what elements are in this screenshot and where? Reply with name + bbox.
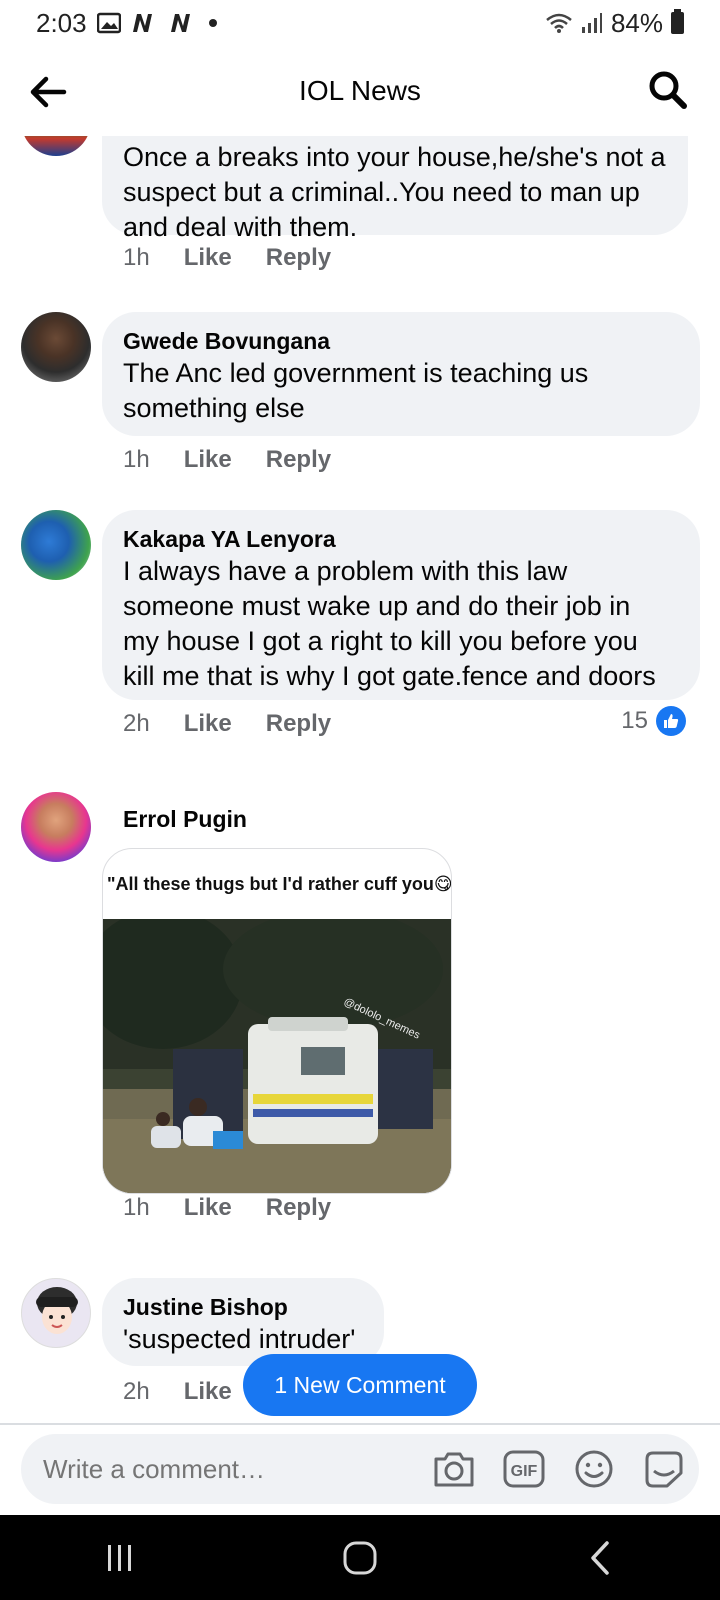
news-notification-icon [131, 12, 159, 34]
comment-author[interactable]: Gwede Bovungana [123, 326, 678, 356]
avatar[interactable] [21, 136, 91, 156]
back-icon[interactable] [570, 1528, 630, 1588]
more-notifications-dot-icon [207, 17, 219, 29]
meme-image[interactable]: "All these thugs but I'd rather cuff you… [102, 848, 452, 1194]
comment-time: 2h [123, 710, 150, 737]
comment-actions: 1h Like Reply [123, 1194, 331, 1222]
comment-text: I always have a problem with this law so… [123, 556, 656, 691]
battery-percent: 84% [610, 7, 663, 38]
avatar[interactable] [21, 1278, 91, 1348]
meme-caption: "All these thugs but I'd rather cuff you… [107, 873, 452, 894]
comment-bubble[interactable]: Once a breaks into your house,he/she's n… [102, 136, 688, 242]
like-button[interactable]: Like [184, 1194, 232, 1222]
reaction-count: 15 [621, 707, 648, 734]
status-bar: 2:03 84% [0, 0, 720, 46]
wifi-icon [545, 12, 573, 34]
reply-button[interactable]: Reply [266, 446, 331, 474]
system-nav-bar [0, 1515, 720, 1600]
news-notification-icon [169, 12, 197, 34]
comment-actions: 1h Like Reply [123, 446, 331, 474]
reply-button[interactable]: Reply [266, 244, 331, 272]
comment-time: 1h [123, 1194, 150, 1221]
divider [0, 1423, 720, 1425]
gif-icon[interactable]: GIF [501, 1448, 547, 1490]
avatar[interactable] [21, 510, 91, 580]
new-comment-button[interactable]: 1 New Comment [243, 1354, 477, 1416]
avatar[interactable] [21, 312, 91, 382]
comment-actions: 2h Like Reply [123, 710, 331, 738]
comment-text: The Anc led government is teaching us so… [123, 358, 589, 423]
avatar[interactable] [21, 792, 91, 862]
comment-author[interactable]: Kakapa YA Lenyora [123, 524, 678, 554]
comment-actions: 2h Like [123, 1378, 232, 1406]
search-icon[interactable] [646, 68, 690, 112]
comment-text: Once a breaks into your house,he/she's n… [123, 142, 666, 242]
app-header: IOL News [0, 46, 720, 136]
battery-icon [671, 9, 684, 34]
reply-button[interactable]: Reply [266, 1194, 331, 1222]
emoji-icon[interactable] [571, 1448, 617, 1490]
comment-composer: GIF [21, 1434, 699, 1504]
comment-actions: 1h Like Reply [123, 244, 331, 272]
signal-icon [581, 12, 603, 34]
comment-author[interactable]: Errol Pugin [123, 804, 247, 834]
reaction-summary[interactable]: 15 [621, 706, 686, 736]
comment-bubble[interactable]: Kakapa YA Lenyora I always have a proble… [102, 510, 700, 700]
reply-button[interactable]: Reply [266, 710, 331, 738]
sticker-icon[interactable] [641, 1448, 687, 1490]
like-button[interactable]: Like [184, 244, 232, 272]
back-arrow-icon[interactable] [26, 70, 70, 114]
comment-author[interactable]: Justine Bishop [123, 1292, 362, 1322]
thumbs-up-icon [656, 706, 686, 736]
comment-list: Once a breaks into your house,he/she's n… [0, 136, 720, 1421]
recent-apps-icon[interactable] [90, 1528, 150, 1588]
comment-input[interactable] [43, 1453, 403, 1485]
like-button[interactable]: Like [184, 446, 232, 474]
svg-text:GIF: GIF [511, 1463, 538, 1480]
gallery-notification-icon [96, 12, 121, 34]
comment-time: 2h [123, 1378, 150, 1405]
comment-time: 1h [123, 244, 150, 271]
comment-text: 'suspected intruder' [123, 1324, 356, 1354]
comment-time: 1h [123, 446, 150, 473]
like-button[interactable]: Like [184, 1378, 232, 1406]
comment-bubble[interactable]: Justine Bishop 'suspected intruder' [102, 1278, 384, 1366]
status-time: 2:03 [36, 7, 87, 38]
camera-icon[interactable] [431, 1448, 477, 1490]
like-button[interactable]: Like [184, 710, 232, 738]
page-title: IOL News [299, 75, 421, 106]
home-icon[interactable] [330, 1528, 390, 1588]
comment-bubble[interactable]: Gwede Bovungana The Anc led government i… [102, 312, 700, 436]
meme-photo: @dololo_memes [103, 909, 451, 1193]
